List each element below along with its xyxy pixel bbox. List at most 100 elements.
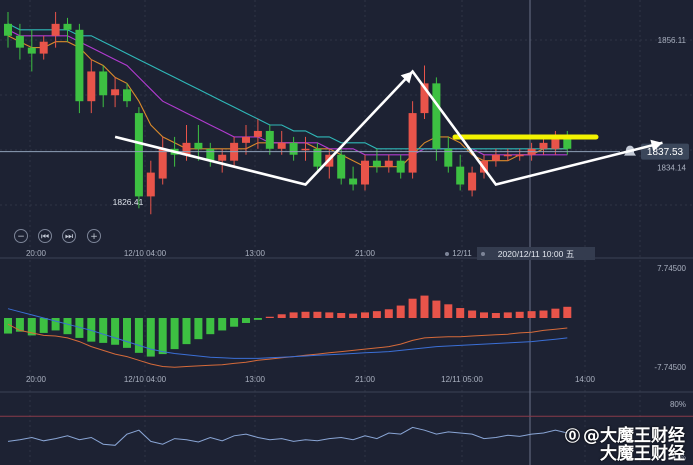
macd-bar-24 [289, 312, 298, 318]
macd-bar-36 [432, 300, 441, 318]
candle-body-7 [87, 71, 96, 102]
time-label-1: 12/10 04:00 [124, 249, 167, 258]
weibo-logo-icon: ⓪ [564, 427, 580, 445]
macd-bar-10 [123, 318, 131, 348]
macd-bar-47 [563, 306, 572, 318]
macd-bar-18 [218, 318, 227, 331]
candle-body-24 [289, 142, 298, 155]
candle-body-13 [158, 148, 167, 179]
candle-body-22 [265, 130, 274, 149]
candle-body-11 [134, 113, 143, 197]
candle-body-34 [408, 113, 417, 173]
candle-body-21 [253, 130, 262, 137]
macd-bar-13 [158, 318, 167, 355]
macd-bar-44 [527, 311, 536, 318]
price-axis-top-label: 1856.11 [658, 36, 687, 45]
current-price-label: 1837.53 [647, 147, 684, 158]
macd-bar-31 [372, 311, 381, 318]
rsi-line [7, 426, 568, 446]
macd-time-label-0: 20:00 [26, 375, 47, 384]
ma-line-0 [7, 35, 568, 168]
macd-bar-19 [230, 318, 239, 327]
macd-axis-top: 7.74500 [657, 264, 686, 273]
candle-body-0 [4, 23, 12, 36]
candle-body-41 [491, 154, 500, 161]
macd-bar-37 [444, 304, 453, 318]
chart-root: 1837.53 1856.11 1834.14 1826.41 20:00 12/10 0… [0, 0, 693, 465]
candle-body-28 [337, 154, 346, 179]
time-axis-dot-2 [481, 252, 485, 256]
macd-bar-23 [277, 314, 286, 318]
macd-bar-17 [206, 318, 215, 335]
candle-body-30 [361, 160, 369, 185]
macd-axis-bottom: -7.74500 [654, 363, 686, 372]
chart-svg: 1837.53 1856.11 1834.14 1826.41 20:00 12/10 0… [0, 0, 693, 465]
macd-bar-33 [396, 305, 405, 318]
candle-body-5 [63, 23, 72, 30]
macd-bar-38 [456, 308, 465, 318]
candle-body-6 [75, 29, 84, 102]
macd-time-label-1: 12/10 04:00 [124, 375, 167, 384]
macd-bar-28 [337, 313, 346, 318]
candle-body-20 [242, 136, 250, 143]
macd-bar-9 [111, 318, 120, 345]
macd-bar-1 [15, 318, 24, 332]
time-label-3: 21:00 [355, 249, 376, 258]
time-label-0: 20:00 [26, 249, 47, 258]
macd-bar-14 [170, 318, 179, 350]
price-axis-second-label: 1834.14 [657, 164, 686, 173]
macd-bar-42 [503, 312, 512, 318]
candle-body-12 [146, 172, 155, 197]
candle-body-18 [218, 154, 227, 161]
candle-body-45 [539, 142, 548, 149]
macd-bar-30 [361, 312, 369, 318]
macd-bar-32 [384, 309, 393, 318]
candle-body-25 [301, 148, 310, 151]
step-back-icon[interactable]: ⏮ [38, 229, 52, 243]
candle-body-10 [123, 89, 131, 102]
macd-bar-11 [134, 318, 143, 353]
macd-bar-21 [253, 318, 262, 320]
macd-bar-22 [265, 316, 274, 318]
macd-bar-15 [182, 318, 191, 345]
time-label-2: 13:00 [245, 249, 266, 258]
candle-body-4 [51, 23, 60, 36]
candle-body-29 [349, 178, 358, 185]
macd-bar-40 [480, 312, 488, 318]
macd-bar-16 [194, 318, 203, 340]
candle-body-23 [277, 142, 286, 149]
plus-icon[interactable]: + [87, 229, 101, 243]
macd-bar-27 [325, 312, 334, 318]
candle-body-16 [194, 142, 203, 149]
cursor-time-label: 2020/12/11 10:00 五 [498, 249, 575, 259]
macd-bar-29 [349, 313, 358, 318]
macd-bar-8 [99, 318, 108, 343]
macd-bar-46 [551, 308, 560, 318]
macd-time-label-2: 13:00 [245, 375, 266, 384]
rsi-axis-top: 80% [670, 400, 686, 409]
candle-body-31 [372, 160, 381, 167]
candle-body-2 [27, 47, 36, 54]
candle-body-1 [15, 35, 24, 48]
candle-body-43 [515, 154, 524, 157]
watermark-line-2: 大魔王财经 [600, 444, 685, 464]
macd-bar-20 [242, 318, 250, 323]
macd-time-label-5: 14:00 [575, 375, 596, 384]
macd-bar-43 [515, 311, 524, 318]
candle-body-32 [384, 160, 393, 167]
macd-bar-35 [420, 295, 429, 318]
candle-body-9 [111, 89, 120, 96]
minus-icon[interactable]: − [14, 229, 28, 243]
macd-time-label-4: 12/11 05:00 [441, 375, 483, 384]
macd-bar-41 [491, 313, 500, 318]
candle-body-8 [99, 71, 108, 96]
macd-bar-34 [408, 298, 417, 318]
macd-bar-5 [63, 318, 72, 335]
candle-body-42 [503, 154, 512, 157]
macd-bar-39 [468, 310, 477, 318]
low-price-annotation: 1826.41 [113, 197, 144, 207]
macd-bar-12 [146, 318, 155, 357]
candle-body-3 [39, 41, 48, 54]
macd-bar-3 [39, 318, 48, 333]
step-forward-icon[interactable]: ⏭ [62, 229, 76, 243]
